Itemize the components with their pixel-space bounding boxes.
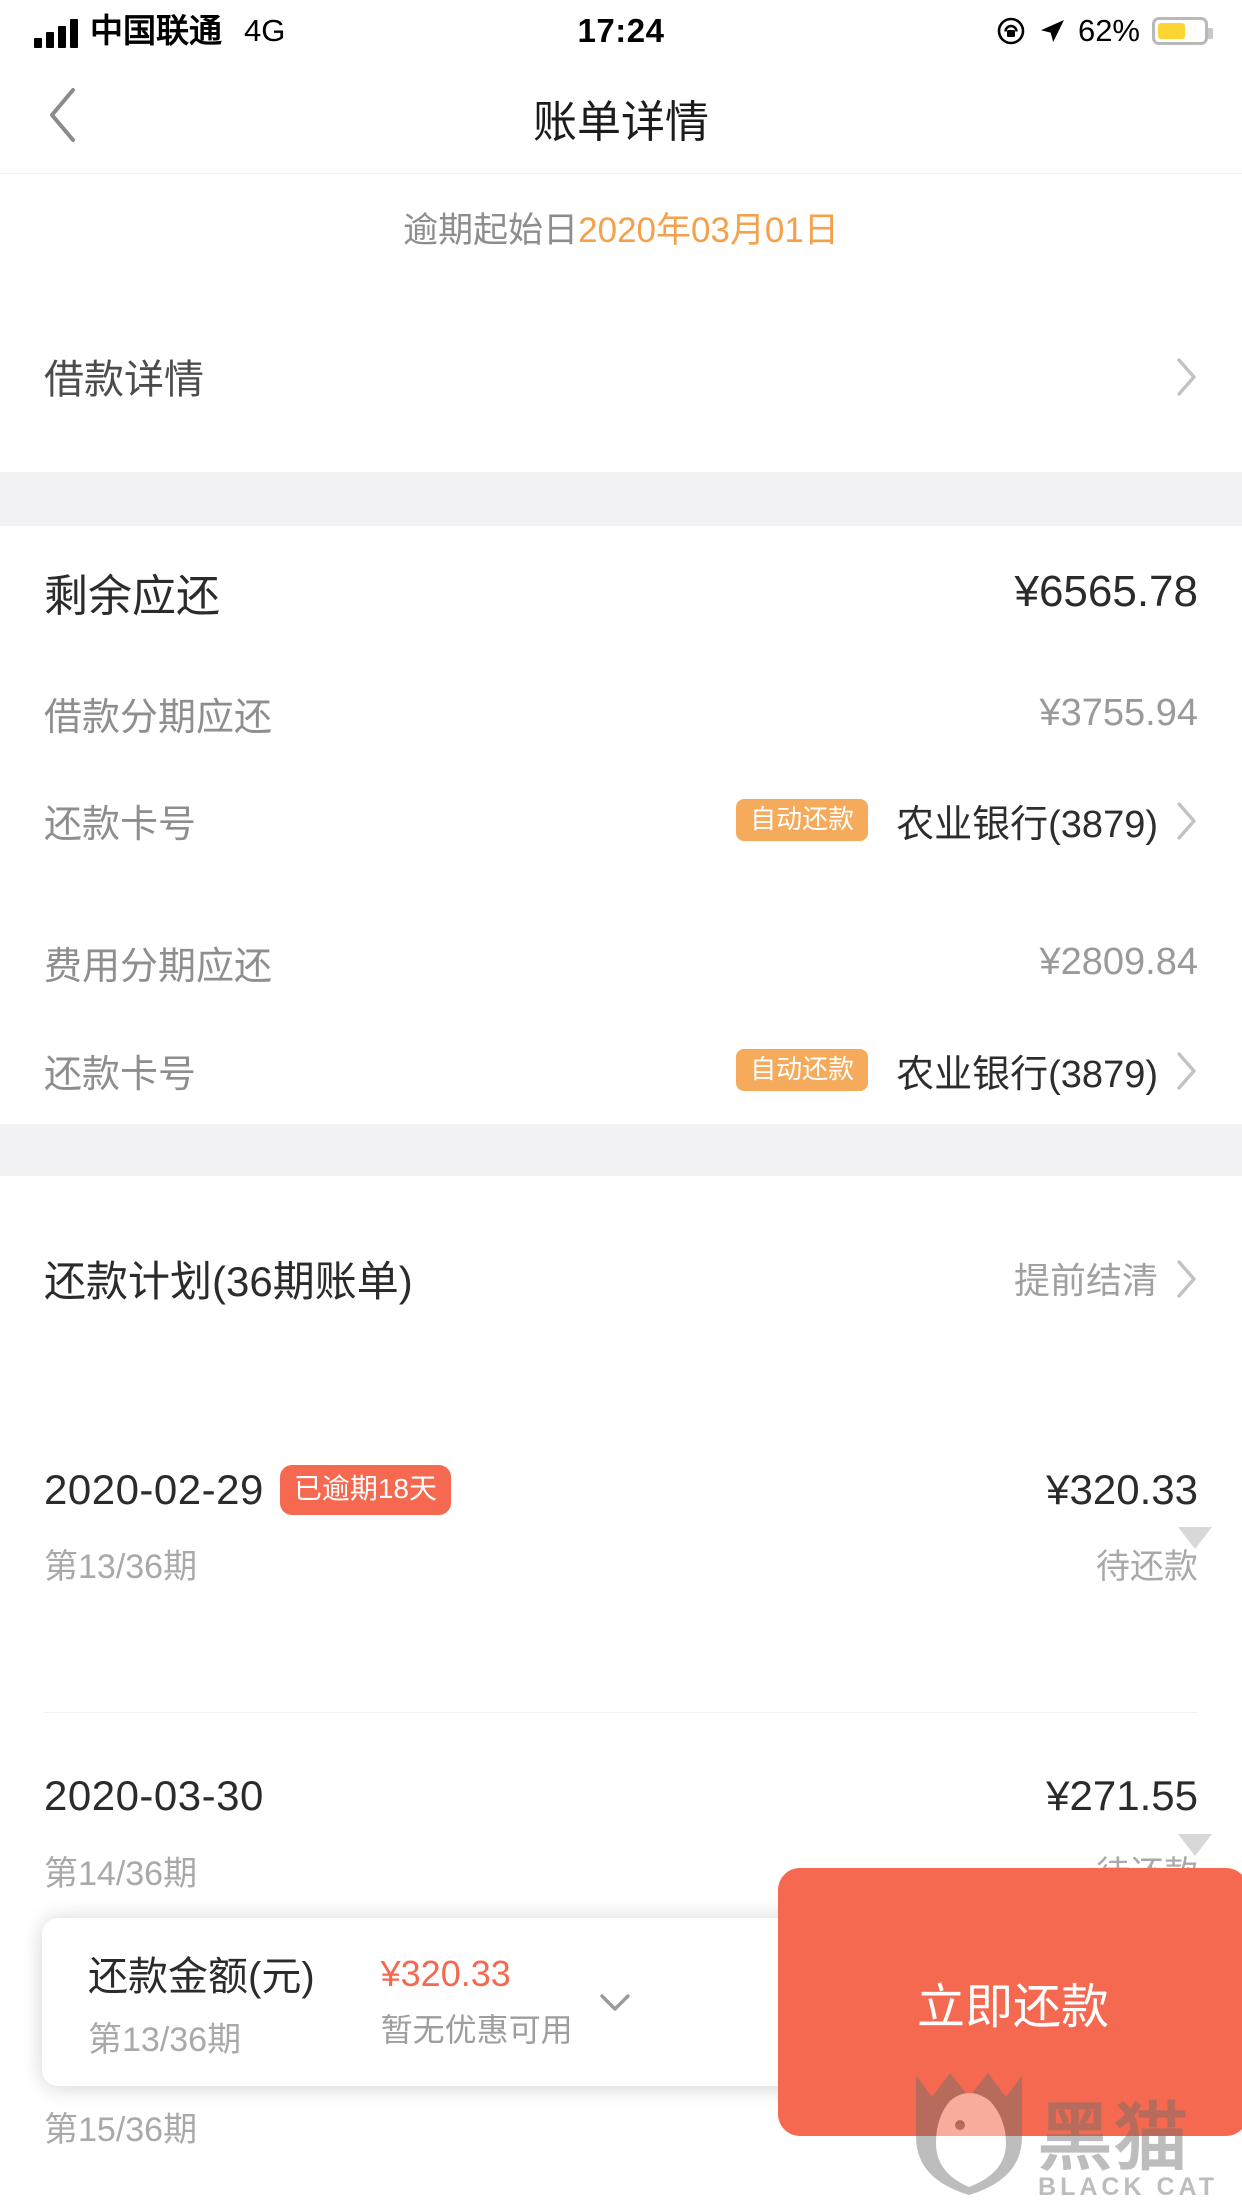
status-bar-right: 62% xyxy=(996,13,1213,49)
nav-bar: 账单详情 xyxy=(0,62,1242,174)
chevron-right-icon xyxy=(1176,1259,1198,1298)
expand-caret-icon[interactable] xyxy=(1178,1834,1212,1856)
fee-repay-card-value: 农业银行(3879) xyxy=(896,1053,1158,1096)
loan-repay-card-row[interactable]: 还款卡号 自动还款 农业银行(3879) xyxy=(0,768,1242,872)
installment-amount: ¥320.33 xyxy=(1046,1466,1198,1513)
chevron-right-icon xyxy=(1176,1051,1198,1090)
pay-amount-value: ¥320.33 xyxy=(380,1953,511,1994)
location-arrow-icon xyxy=(1038,17,1066,45)
loan-details-label: 借款详情 xyxy=(44,358,204,402)
chevron-right-icon xyxy=(1176,801,1198,840)
fee-installment-amount: ¥2809.84 xyxy=(1039,940,1199,983)
pay-amount-label: 还款金额(元) xyxy=(88,1954,315,1999)
pay-coupon-block[interactable]: ¥320.33 暂无优惠可用 xyxy=(381,1953,635,2051)
loan-details-card: 借款详情 xyxy=(0,280,1242,472)
auto-repay-badge: 自动还款 xyxy=(736,1049,869,1091)
section-divider-1 xyxy=(0,472,1242,526)
status-bar: 中国联通 4G 17:24 62% xyxy=(0,0,1242,62)
installment-term: 第13/36期 xyxy=(44,1548,198,1586)
installment-due-date: 2020-03-30 xyxy=(44,1772,264,1819)
fee-repay-card-label: 还款卡号 xyxy=(44,1053,197,1096)
settle-early-label[interactable]: 提前结清 xyxy=(1014,1252,1158,1304)
list-divider xyxy=(44,1712,1198,1713)
remaining-due-label: 剩余应还 xyxy=(44,572,220,621)
repayment-plan-header-row[interactable]: 还款计划(36期账单) 提前结清 xyxy=(0,1176,1242,1380)
loan-installment-label: 借款分期应还 xyxy=(44,696,273,739)
remaining-due-amount: ¥6565.78 xyxy=(1014,567,1198,616)
overdue-start-banner: 逾期起始日 2020年03月01日 xyxy=(0,174,1242,280)
loan-installment-row: 借款分期应还 ¥3755.94 xyxy=(0,658,1242,768)
installment-row[interactable]: 2020-02-29 已逾期18天 ¥320.33 第13/36期 待还款 xyxy=(0,1455,1242,1605)
summary-card-loan: 剩余应还 ¥6565.78 借款分期应还 ¥3755.94 还款卡号 自动还款 … xyxy=(0,526,1242,904)
page-title: 账单详情 xyxy=(533,97,709,147)
fee-installment-label: 费用分期应还 xyxy=(44,945,273,988)
repayment-plan-title: 还款计划(36期账单) xyxy=(44,1257,413,1305)
loan-repay-card-value: 农业银行(3879) xyxy=(896,803,1158,846)
pay-amount-block: 还款金额(元) 第13/36期 xyxy=(42,1944,315,2061)
chevron-right-icon xyxy=(1176,357,1198,396)
overdue-start-label: 逾期起始日 xyxy=(403,210,579,250)
installment-amount: ¥271.55 xyxy=(1046,1772,1198,1819)
overdue-start-date: 2020年03月01日 xyxy=(578,210,839,250)
fee-repay-card-row[interactable]: 还款卡号 自动还款 农业银行(3879) xyxy=(0,1016,1242,1124)
pay-now-button[interactable]: 立即还款 xyxy=(778,1868,1242,2136)
installment-term: 第14/36期 xyxy=(44,1855,198,1893)
lock-rotation-icon xyxy=(996,16,1026,46)
loan-installment-amount: ¥3755.94 xyxy=(1039,691,1199,734)
loan-details-row[interactable]: 借款详情 xyxy=(0,280,1242,472)
repayment-plan-header-card: 还款计划(36期账单) 提前结清 xyxy=(0,1176,1242,1380)
summary-card-fee: 费用分期应还 ¥2809.84 还款卡号 自动还款 农业银行(3879) xyxy=(0,908,1242,1124)
battery-percent-label: 62% xyxy=(1077,13,1140,48)
pay-bar: 还款金额(元) 第13/36期 ¥320.33 暂无优惠可用 立即还款 xyxy=(42,1868,1242,2136)
chevron-down-icon[interactable] xyxy=(595,1982,635,2022)
loan-repay-card-label: 还款卡号 xyxy=(44,803,197,846)
pay-coupon-text: 暂无优惠可用 xyxy=(380,2012,573,2048)
battery-icon xyxy=(1152,17,1213,45)
pay-term-label: 第13/36期 xyxy=(88,2020,242,2059)
section-divider-2 xyxy=(0,1124,1242,1176)
expand-caret-icon[interactable] xyxy=(1178,1527,1212,1549)
overdue-days-badge: 已逾期18天 xyxy=(279,1465,451,1515)
installment-term: 第15/36期 xyxy=(44,2111,198,2149)
fee-installment-row: 费用分期应还 ¥2809.84 xyxy=(0,908,1242,1016)
phone-screen: 中国联通 4G 17:24 62% 账单详情 逾期起始日 2020年03月01日… xyxy=(0,0,1242,2208)
installment-due-date: 2020-02-29 xyxy=(44,1466,264,1513)
remaining-due-row: 剩余应还 ¥6565.78 xyxy=(0,526,1242,658)
auto-repay-badge: 自动还款 xyxy=(736,799,869,841)
